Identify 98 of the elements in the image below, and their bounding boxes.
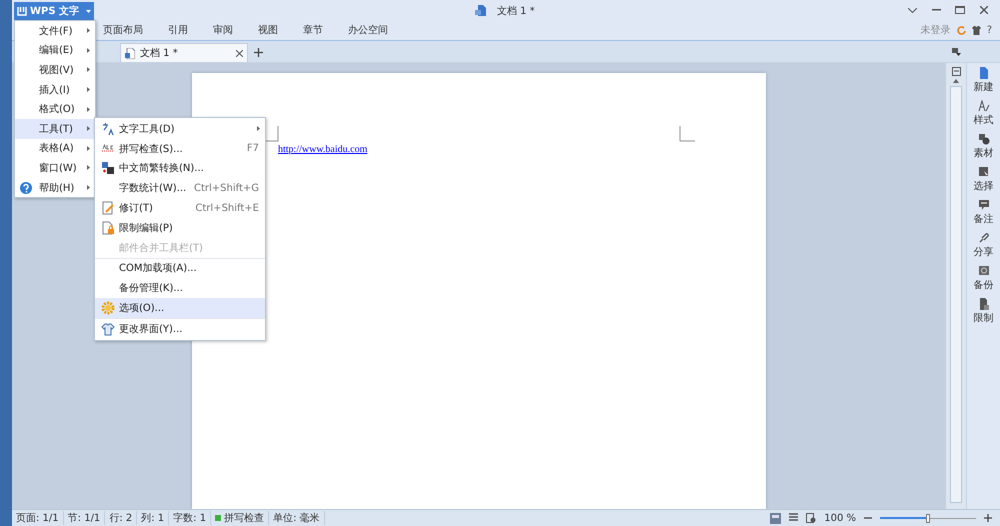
menu-item[interactable]: 视图(V) [15, 60, 95, 80]
document-icon [125, 48, 135, 58]
menu-item[interactable]: 工具(T) [15, 118, 95, 139]
document-tab[interactable]: 文档 1 * [120, 43, 248, 62]
menu-item[interactable]: 编辑(E) [15, 40, 95, 60]
help-button[interactable]: ? [986, 24, 992, 36]
panel-menu-icon[interactable] [952, 48, 961, 56]
status-text: 行: 2 [105, 511, 138, 525]
side-panel-button[interactable]: 素材 [974, 133, 994, 160]
zoom-level: 100 % [824, 512, 856, 524]
ribbon-tab[interactable]: 视图 [258, 23, 278, 37]
menu-item[interactable]: 更改界面(Y)... [95, 318, 265, 339]
menu-item[interactable]: 插入(I) [15, 80, 95, 100]
side-panel-button[interactable]: 分享 [974, 232, 994, 259]
status-text: 字数: 1 [169, 511, 212, 525]
zoom-slider[interactable] [880, 514, 976, 522]
hyperlink[interactable]: http://www.baidu.com [278, 144, 368, 155]
text-tool-icon [101, 122, 115, 136]
submenu-arrow-icon [87, 87, 90, 92]
side-panel-button[interactable]: 备注 [974, 199, 994, 226]
ribbon-tab[interactable]: 审阅 [213, 23, 233, 37]
ribbon-tab[interactable]: 办公空间 [348, 23, 388, 37]
minimize-icon [932, 9, 940, 11]
side-panel-button[interactable]: 选择 [974, 166, 994, 193]
pencil-icon [101, 201, 115, 216]
scrollbar-thumb[interactable] [950, 86, 962, 503]
app-menu-button[interactable]: WPS 文字 [14, 2, 94, 20]
shortcut-label: Ctrl+Shift+G [194, 182, 259, 194]
scroll-up-icon[interactable] [953, 79, 959, 83]
menu-item[interactable]: 备份管理(K)... [95, 278, 265, 298]
menu-item[interactable]: 中文简繁转换(N)... [95, 158, 265, 178]
shortcut-label: F7 [246, 143, 259, 154]
menu-item[interactable]: 窗口(W) [15, 158, 95, 178]
outline-view-icon[interactable] [789, 513, 798, 523]
menu-item[interactable]: 选项(O)... [95, 298, 265, 318]
style-icon [978, 100, 990, 112]
submenu-arrow-icon [87, 67, 90, 72]
ribbon-tab[interactable]: 章节 [303, 23, 323, 37]
menu-item[interactable]: 字数统计(W)... Ctrl+Shift+G [95, 178, 265, 198]
status-square-icon [215, 515, 222, 521]
window-title: 文档 1 * [497, 4, 535, 18]
menu-item[interactable]: 文件(F) [15, 21, 95, 41]
submenu-arrow-icon [87, 126, 90, 132]
menu-item[interactable]: 格式(O) [15, 99, 95, 119]
view-icon[interactable] [952, 67, 960, 76]
side-panel-button[interactable]: 样式 [974, 100, 994, 127]
caret-icon [86, 10, 91, 12]
wps-logo-icon [17, 6, 27, 16]
shirt-icon [101, 322, 115, 336]
menu-item[interactable]: 帮助(H) [15, 178, 95, 198]
crop-mark [263, 126, 279, 142]
new-page-icon [978, 67, 990, 79]
submenu-arrow-icon [87, 146, 90, 151]
crop-mark [679, 126, 695, 142]
add-tab-icon[interactable] [254, 48, 263, 57]
side-panel-button[interactable]: 限制 [974, 298, 994, 325]
menu-item[interactable]: 修订(T) Ctrl+Shift+E [95, 198, 265, 218]
gear-icon [101, 301, 115, 316]
menu-item[interactable]: COM加载项(A)... [95, 258, 265, 278]
status-text: 节: 1/1 [64, 511, 106, 525]
page-view-icon[interactable] [770, 512, 782, 524]
backup-icon [978, 265, 990, 277]
submenu-arrow-icon [87, 165, 90, 170]
document-icon [475, 5, 486, 16]
convert-icon [101, 161, 115, 176]
zoom-in-icon[interactable] [984, 514, 992, 522]
submenu-arrow-icon [87, 185, 90, 190]
shapes-icon [978, 133, 990, 145]
document-tab-label: 文档 1 * [140, 46, 179, 60]
spellcheck-status[interactable]: 拼写检查 [211, 511, 270, 525]
maximize-icon [955, 6, 965, 14]
submenu-arrow-icon [87, 106, 90, 112]
shortcut-label: Ctrl+Shift+E [195, 202, 259, 214]
status-text: 列: 1 [137, 511, 170, 525]
submenu-arrow-icon [87, 28, 90, 34]
select-icon [978, 166, 990, 178]
close-icon [980, 6, 988, 14]
menu-item[interactable]: 拼写检查(S)... F7 [95, 138, 265, 159]
chevron-icon [908, 8, 916, 12]
status-text: 页面: 1/1 [12, 511, 64, 525]
ribbon-tab[interactable]: 引用 [168, 23, 188, 37]
comment-icon [978, 199, 990, 211]
lock-icon [101, 220, 115, 235]
lock-icon [978, 298, 990, 310]
link-icon [978, 232, 990, 244]
close-icon[interactable] [236, 50, 243, 56]
menu-item[interactable]: 文字工具(D) [95, 119, 265, 139]
status-text: 单位: 毫米 [269, 511, 325, 525]
help-icon [19, 180, 33, 195]
side-panel-button[interactable]: 备份 [974, 265, 994, 292]
submenu-arrow-icon [87, 48, 90, 53]
side-panel-button[interactable]: 新建 [974, 67, 994, 94]
menu-item[interactable]: 限制编辑(P) [95, 218, 265, 238]
shirt-icon[interactable] [972, 26, 981, 34]
menu-item[interactable]: 表格(A) [15, 138, 95, 158]
web-view-icon[interactable] [806, 513, 816, 523]
submenu-arrow-icon [257, 126, 260, 132]
ribbon-tab[interactable]: 页面布局 [103, 23, 143, 37]
